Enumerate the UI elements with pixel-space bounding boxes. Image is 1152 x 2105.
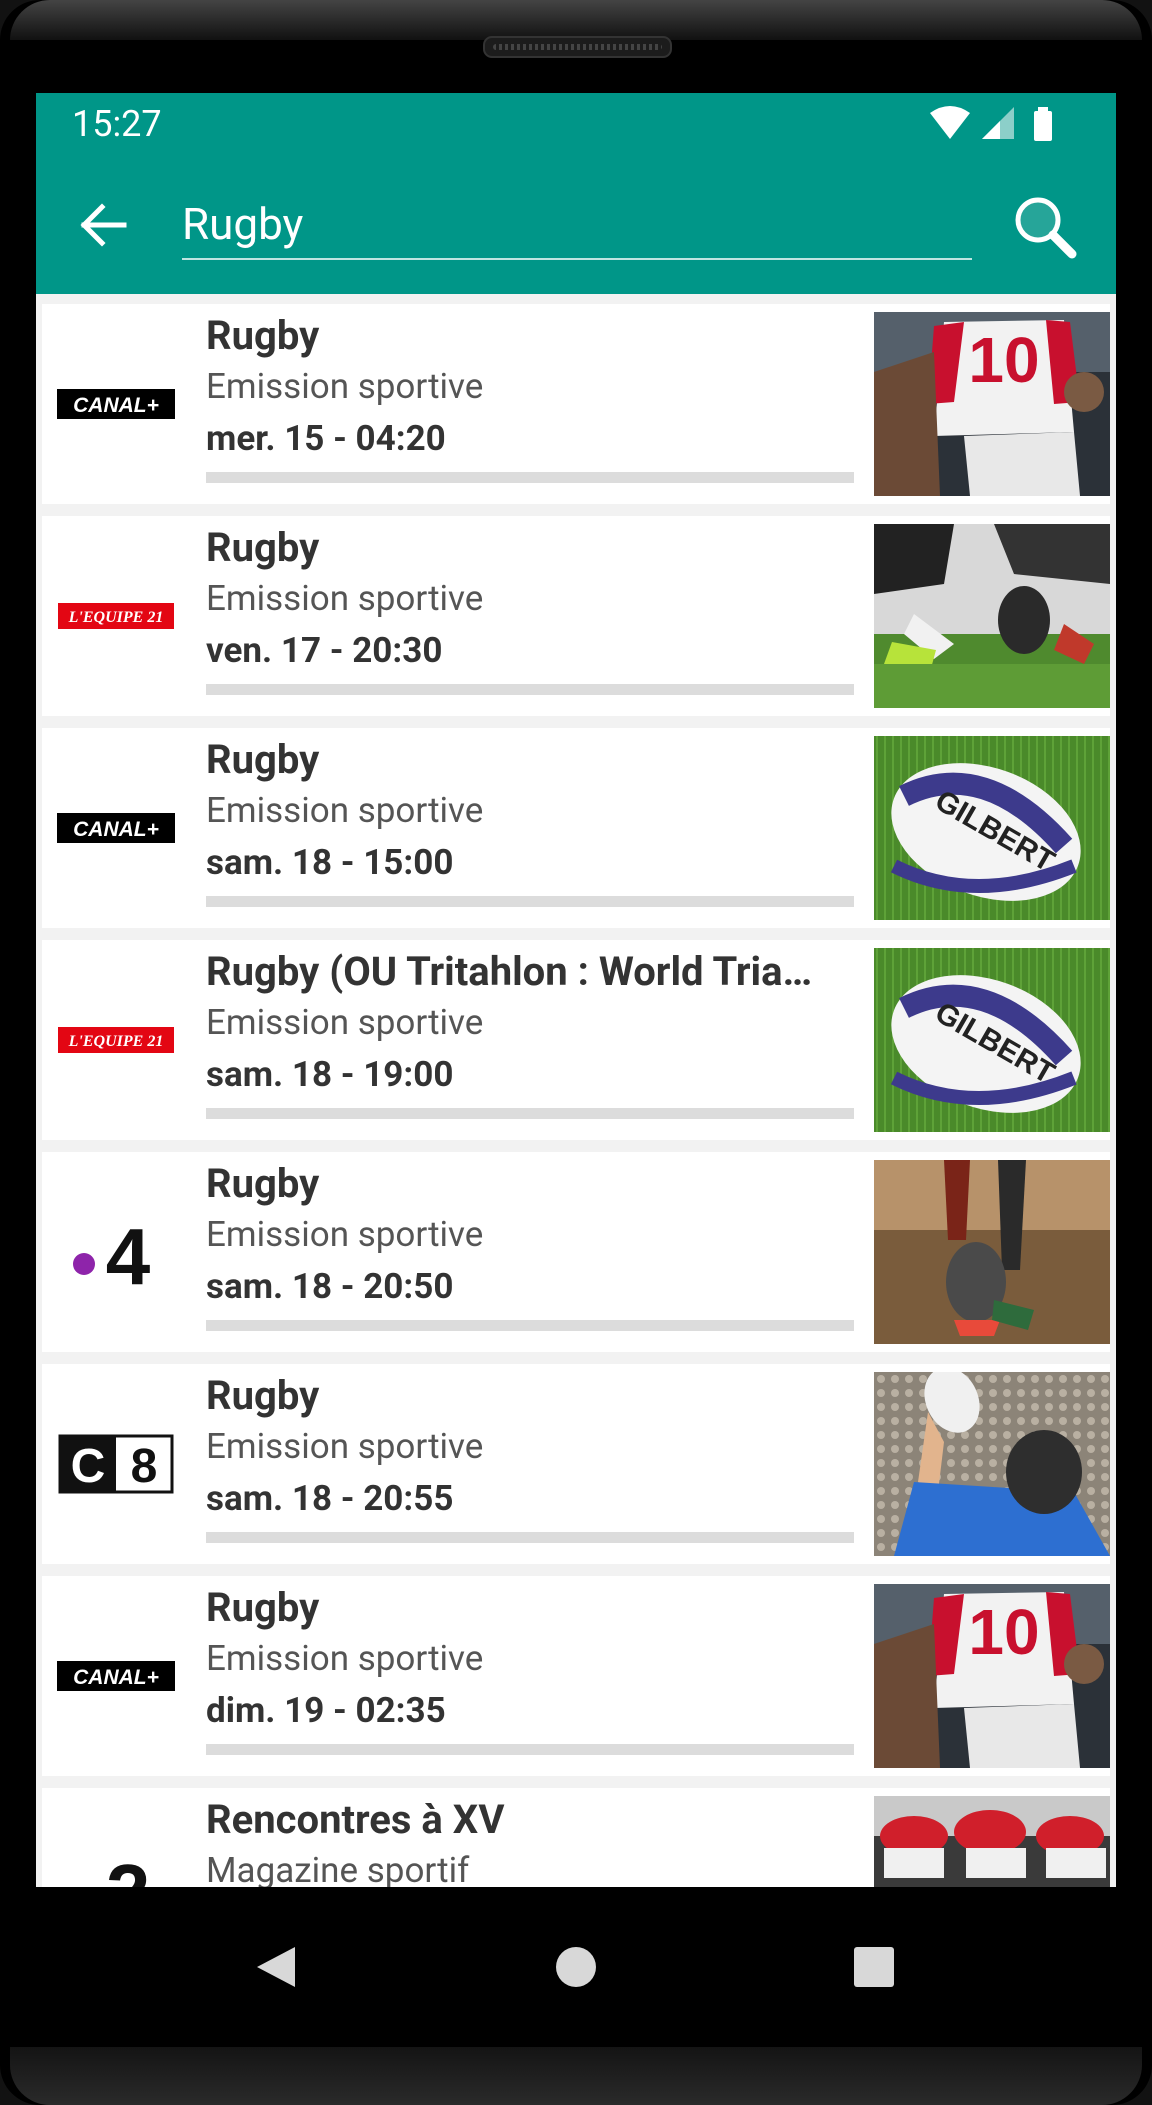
svg-text:L'EQUIPE 21: L'EQUIPE 21 — [68, 609, 164, 626]
list-item[interactable]: C 8 Rugby Emission sportive sam. 18 - 20… — [42, 1364, 1110, 1564]
program-schedule: sam. 18 - 20:50 — [206, 1266, 454, 1307]
status-time: 15:27 — [72, 103, 162, 145]
channel-logo: L'EQUIPE 21 — [56, 940, 176, 1140]
program-thumbnail — [874, 524, 1110, 708]
device-top-edge — [10, 0, 1142, 40]
program-schedule: mer. 15 - 04:20 — [206, 418, 446, 459]
progress-bar — [206, 1532, 854, 1543]
channel-logo: 2 — [56, 1788, 176, 1887]
device-bottom-edge — [10, 2047, 1142, 2105]
program-title: Rencontres à XV — [206, 1796, 505, 1843]
list-item[interactable]: CANAL+ Rugby Emission sportive mer. 15 -… — [42, 304, 1110, 504]
search-input[interactable]: Rugby — [182, 186, 972, 260]
progress-bar — [206, 684, 854, 695]
back-button[interactable] — [72, 194, 134, 256]
canal-plus-logo: CANAL+ — [57, 389, 175, 419]
nav-home-button[interactable] — [536, 1927, 616, 2007]
nav-home-icon — [556, 1947, 596, 1987]
c8-logo: C 8 — [58, 1434, 174, 1494]
list-item[interactable]: CANAL+ Rugby Emission sportive sam. 18 -… — [42, 728, 1110, 928]
svg-text:CANAL+: CANAL+ — [73, 818, 159, 841]
status-icons — [926, 105, 1086, 145]
lequipe21-logo: L'EQUIPE 21 — [58, 1027, 174, 1053]
list-item[interactable]: 2 Rencontres à XV Magazine sportif — [42, 1788, 1110, 1887]
device-frame: 15:27 Rugby CANAL+ Rugby Emission sporti… — [0, 0, 1152, 2105]
canal-plus-logo: CANAL+ — [57, 813, 175, 843]
canal-plus-logo: CANAL+ — [57, 1661, 175, 1691]
program-title: Rugby — [206, 524, 320, 571]
nav-recents-icon — [854, 1947, 894, 1987]
france4-logo: 4 — [73, 1212, 151, 1292]
program-title: Rugby — [206, 1160, 320, 1207]
program-schedule: dim. 19 - 02:35 — [206, 1690, 446, 1731]
program-genre: Emission sportive — [206, 578, 484, 619]
search-button[interactable] — [1012, 194, 1078, 260]
program-thumbnail: GILBERT — [874, 948, 1110, 1132]
progress-bar — [206, 896, 854, 907]
program-genre: Emission sportive — [206, 790, 484, 831]
nav-back-button[interactable] — [235, 1927, 315, 2007]
svg-text:CANAL+: CANAL+ — [73, 1666, 159, 1689]
program-schedule: ven. 17 - 20:30 — [206, 630, 443, 671]
channel-logo: CANAL+ — [56, 1576, 176, 1776]
program-genre: Magazine sportif — [206, 1850, 470, 1887]
channel-logo: L'EQUIPE 21 — [56, 516, 176, 716]
program-thumbnail — [874, 1796, 1110, 1887]
program-title: Rugby — [206, 1584, 320, 1631]
svg-text:4: 4 — [106, 1212, 151, 1292]
battery-icon — [1034, 107, 1052, 141]
program-schedule: sam. 18 - 20:55 — [206, 1478, 454, 1519]
app-screen: 15:27 Rugby CANAL+ Rugby Emission sporti… — [36, 93, 1116, 1887]
france2-logo: 2 — [106, 1848, 151, 1887]
search-icon — [1015, 197, 1077, 259]
search-query-text: Rugby — [182, 198, 304, 250]
arrow-back-icon — [80, 203, 127, 247]
svg-text:10: 10 — [968, 1596, 1039, 1668]
program-thumbnail: GILBERT — [874, 736, 1110, 920]
svg-text:CANAL+: CANAL+ — [73, 394, 159, 417]
svg-text:2: 2 — [106, 1848, 151, 1887]
channel-logo: CANAL+ — [56, 304, 176, 504]
wifi-icon — [930, 106, 970, 139]
program-thumbnail — [874, 1160, 1110, 1344]
channel-logo: CANAL+ — [56, 728, 176, 928]
program-thumbnail: 10 — [874, 1584, 1110, 1768]
svg-text:8: 8 — [131, 1440, 158, 1493]
list-item[interactable]: CANAL+ Rugby Emission sportive dim. 19 -… — [42, 1576, 1110, 1776]
svg-text:10: 10 — [968, 324, 1039, 396]
program-title: Rugby — [206, 312, 320, 359]
program-genre: Emission sportive — [206, 1638, 484, 1679]
search-toolbar: Rugby — [36, 156, 1116, 294]
status-bar: 15:27 — [36, 93, 1116, 156]
system-navigation-bar — [0, 1887, 1152, 2047]
nav-recents-button[interactable] — [834, 1927, 914, 2007]
svg-text:L'EQUIPE 21: L'EQUIPE 21 — [68, 1033, 164, 1050]
channel-logo: 4 — [56, 1152, 176, 1352]
list-item[interactable]: L'EQUIPE 21 Rugby Emission sportive ven.… — [42, 516, 1110, 716]
list-item[interactable]: 4 Rugby Emission sportive sam. 18 - 20:5… — [42, 1152, 1110, 1352]
channel-logo: C 8 — [56, 1364, 176, 1564]
progress-bar — [206, 472, 854, 483]
program-genre: Emission sportive — [206, 366, 484, 407]
program-schedule: sam. 18 - 19:00 — [206, 1054, 454, 1095]
lequipe21-logo: L'EQUIPE 21 — [58, 603, 174, 629]
program-thumbnail — [874, 1372, 1110, 1556]
progress-bar — [206, 1108, 854, 1119]
program-title: Rugby — [206, 1372, 320, 1419]
program-title: Rugby — [206, 736, 320, 783]
program-schedule: sam. 18 - 15:00 — [206, 842, 454, 883]
progress-bar — [206, 1744, 854, 1755]
program-title: Rugby (OU Tritahlon : World Tria… — [206, 948, 813, 995]
cellular-signal-icon — [982, 107, 1014, 139]
program-genre: Emission sportive — [206, 1002, 484, 1043]
svg-text:C: C — [71, 1440, 106, 1493]
program-genre: Emission sportive — [206, 1426, 484, 1467]
nav-back-icon — [257, 1947, 295, 1987]
progress-bar — [206, 1320, 854, 1331]
list-item[interactable]: L'EQUIPE 21 Rugby (OU Tritahlon : World … — [42, 940, 1110, 1140]
earpiece-speaker — [483, 36, 672, 58]
program-genre: Emission sportive — [206, 1214, 484, 1255]
program-thumbnail: 10 — [874, 312, 1110, 496]
